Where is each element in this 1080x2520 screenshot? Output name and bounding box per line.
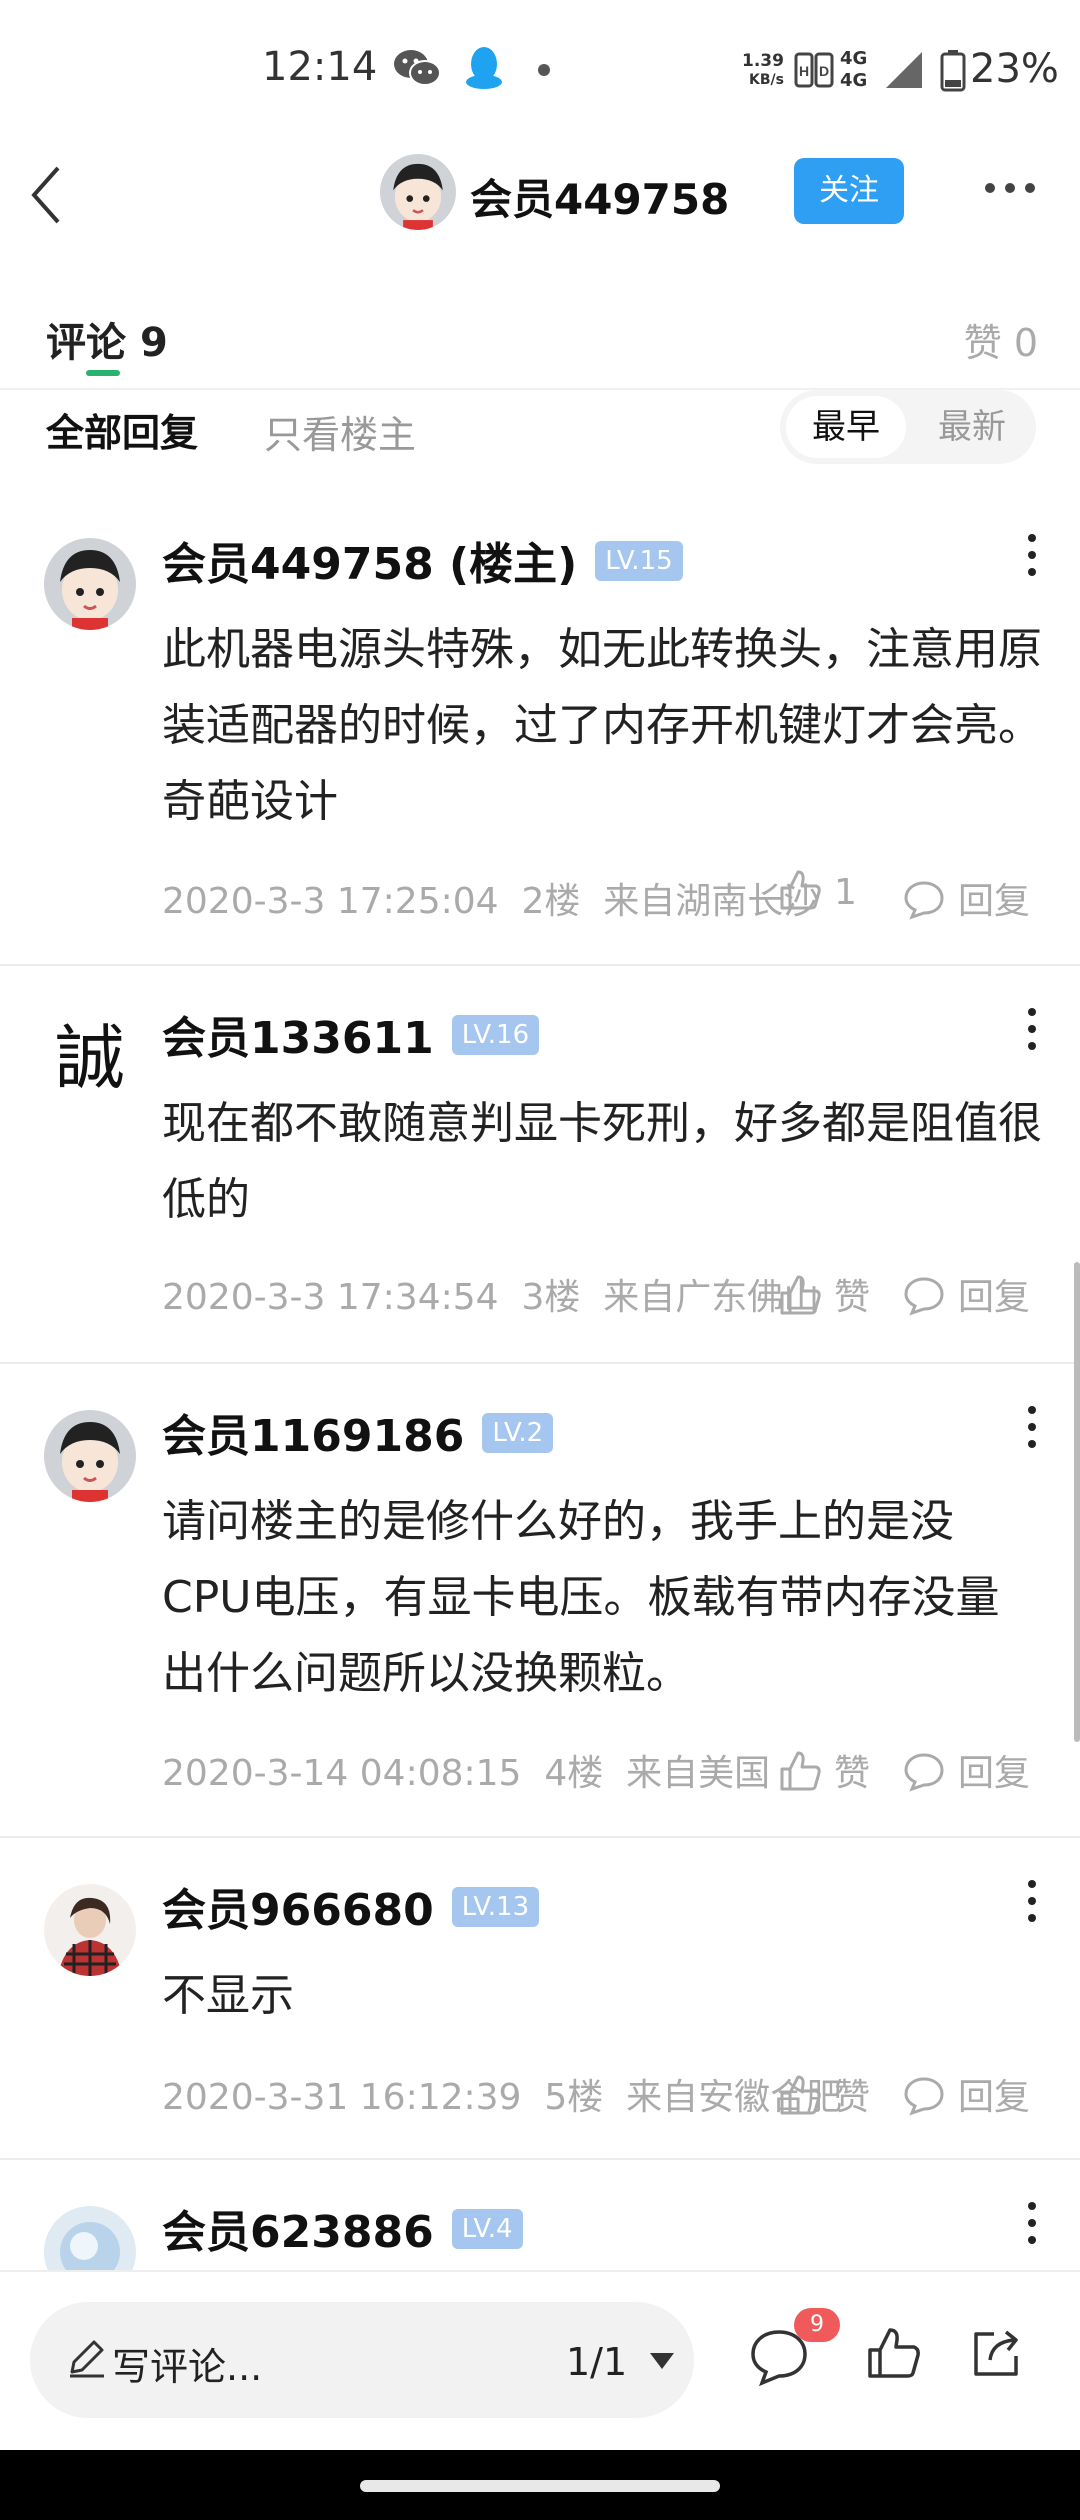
comment-username[interactable]: 会员133611 LV.16 [162,1002,540,1066]
reply-button[interactable]: 回复 [902,1744,1030,1797]
battery-icon [940,50,966,92]
home-gesture-bar[interactable] [360,2480,720,2492]
thumbs-up-icon[interactable] [864,2324,922,2382]
sort-newest[interactable]: 最新 [912,396,1032,458]
top-bar: 会员449758 关注 [0,140,1080,260]
system-nav-bar [0,2450,1080,2520]
comment-item: 会员623886 LV.4 [0,2160,1080,2270]
comment-more-icon[interactable] [1022,1004,1042,1054]
level-badge: LV.2 [482,1413,554,1453]
active-tab-indicator [86,370,120,376]
status-time: 12:14 [262,44,378,90]
comment-more-icon[interactable] [1022,2198,1042,2248]
comment-item: 会员1169186 LV.2 请问楼主的是修什么好的，我手上的是没CPU电压，有显… [0,1364,1080,1838]
level-badge: LV.13 [451,1887,540,1927]
sort-toggle: 最早 最新 [780,390,1036,464]
comment-count-badge: 9 [794,2308,840,2342]
comment-username[interactable]: 会员1169186 LV.2 [162,1400,554,1464]
reply-bubble-icon [904,881,944,920]
comment-text: 不显示 [162,1970,294,2021]
comment-meta: 2020-3-3 17:25:04 2楼 来自湖南长沙 [162,881,820,922]
level-badge: LV.15 [595,541,683,581]
qq-icon [466,47,502,89]
hd-icon: H D [794,52,834,88]
scrollbar[interactable] [1074,1262,1080,1742]
cartoon-avatar-icon [44,538,136,630]
comment-input-placeholder: 写评论... [112,2345,263,2389]
battery-level: 23% [970,46,1059,92]
cartoon-avatar-icon [44,1410,136,1502]
calligraphy-avatar: 誠 [55,1017,125,1099]
thumbs-up-icon [780,870,821,910]
comment-username[interactable]: 会员449758 (楼主) LV.15 [162,528,683,592]
level-badge: LV.16 [451,1015,540,1055]
pencil-icon [70,2340,104,2378]
comment-meta: 2020-3-14 04:08:15 4楼 来自美国 [162,1753,771,1794]
comment-more-icon[interactable] [1022,1876,1042,1926]
like-button[interactable]: 1 [778,870,857,916]
avatar[interactable] [44,2206,136,2270]
like-button[interactable]: 赞 [778,2068,870,2121]
reply-button[interactable]: 回复 [902,1268,1030,1321]
avatar[interactable]: 誠 [44,1012,136,1104]
comment-input[interactable]: 写评论... 1/1 [30,2302,694,2418]
avatar[interactable] [44,1410,136,1502]
reply-button[interactable]: 回复 [902,872,1030,925]
net-speed: 1.39 KB/s [742,51,784,89]
comment-more-icon[interactable] [1022,530,1042,580]
header-username[interactable]: 会员449758 [470,166,729,227]
reply-button[interactable]: 回复 [902,2068,1030,2121]
signal-icon [886,52,922,88]
status-bar: 12:14 1.39 KB/s H D 4G 4G 23% [0,0,1080,140]
filter-only-op[interactable]: 只看楼主 [264,404,416,459]
bottom-action-bar: 写评论... 1/1 9 [0,2270,1080,2450]
back-icon[interactable] [28,160,68,230]
tab-comments[interactable]: 评论 9 [46,310,168,368]
follow-button[interactable]: 关注 [794,158,904,224]
comment-text: 现在都不敢随意判显卡死刑，好多都是阻值很低的 [162,1098,1042,1225]
comment-username[interactable]: 会员966680 LV.13 [162,1874,540,1938]
reply-bubble-icon [904,1277,944,1316]
page-indicator[interactable]: 1/1 [566,2340,627,2384]
svg-text:H: H [799,63,809,79]
photo-avatar-icon [44,1884,136,1976]
avatar[interactable] [44,538,136,630]
photo-avatar-icon [44,2206,136,2270]
tab-bar: 评论 9 赞 0 [0,290,1080,390]
notification-dot [538,64,550,76]
comment-item: 会员966680 LV.13 不显示 2020-3-31 16:12:39 5楼 … [0,1838,1080,2160]
thumbs-up-icon [780,2075,821,2115]
comment-text: 请问楼主的是修什么好的，我手上的是没CPU电压，有显卡电压。板载有带内存没量出什… [162,1496,1000,1699]
share-icon[interactable] [968,2324,1026,2382]
comment-more-icon[interactable] [1022,1402,1042,1452]
thumbs-up-icon [780,1751,821,1791]
wechat-icon [394,50,441,86]
sort-earliest[interactable]: 最早 [786,396,906,458]
filter-all-replies[interactable]: 全部回复 [46,402,198,457]
comment-item: 誠 会员133611 LV.16 现在都不敢随意判显卡死刑，好多都是阻值很低的 2… [0,966,1080,1364]
avatar[interactable] [44,1884,136,1976]
svg-text:D: D [819,63,829,79]
like-button[interactable]: 赞 [778,1744,870,1797]
comment-item: 会员449758 (楼主) LV.15 此机器电源头特殊，如无此转换头，注意用原装… [0,492,1080,966]
comment-text: 此机器电源头特殊，如无此转换头，注意用原装适配器的时候，过了内存开机键灯才会亮。… [162,624,1042,827]
tab-likes[interactable]: 赞 0 [964,312,1038,367]
like-button[interactable]: 赞 [778,1268,870,1321]
comment-meta: 2020-3-3 17:34:54 3楼 来自广东佛山 [162,1277,820,1318]
level-badge: LV.4 [451,2209,523,2249]
comment-username[interactable]: 会员623886 LV.4 [162,2196,523,2260]
reply-bubble-icon [904,2077,944,2116]
thumbs-up-icon [780,1275,821,1315]
cartoon-avatar-icon [380,154,456,230]
reply-bubble-icon [904,1753,944,1792]
more-options-icon[interactable] [980,168,1040,208]
filter-row: 全部回复 只看楼主 最早 最新 [0,390,1080,490]
caret-down-icon[interactable] [648,2350,676,2372]
comment-meta: 2020-3-31 16:12:39 5楼 来自安徽合肥 [162,2077,843,2118]
network-type: 4G 4G [840,48,868,91]
avatar[interactable] [380,154,456,230]
